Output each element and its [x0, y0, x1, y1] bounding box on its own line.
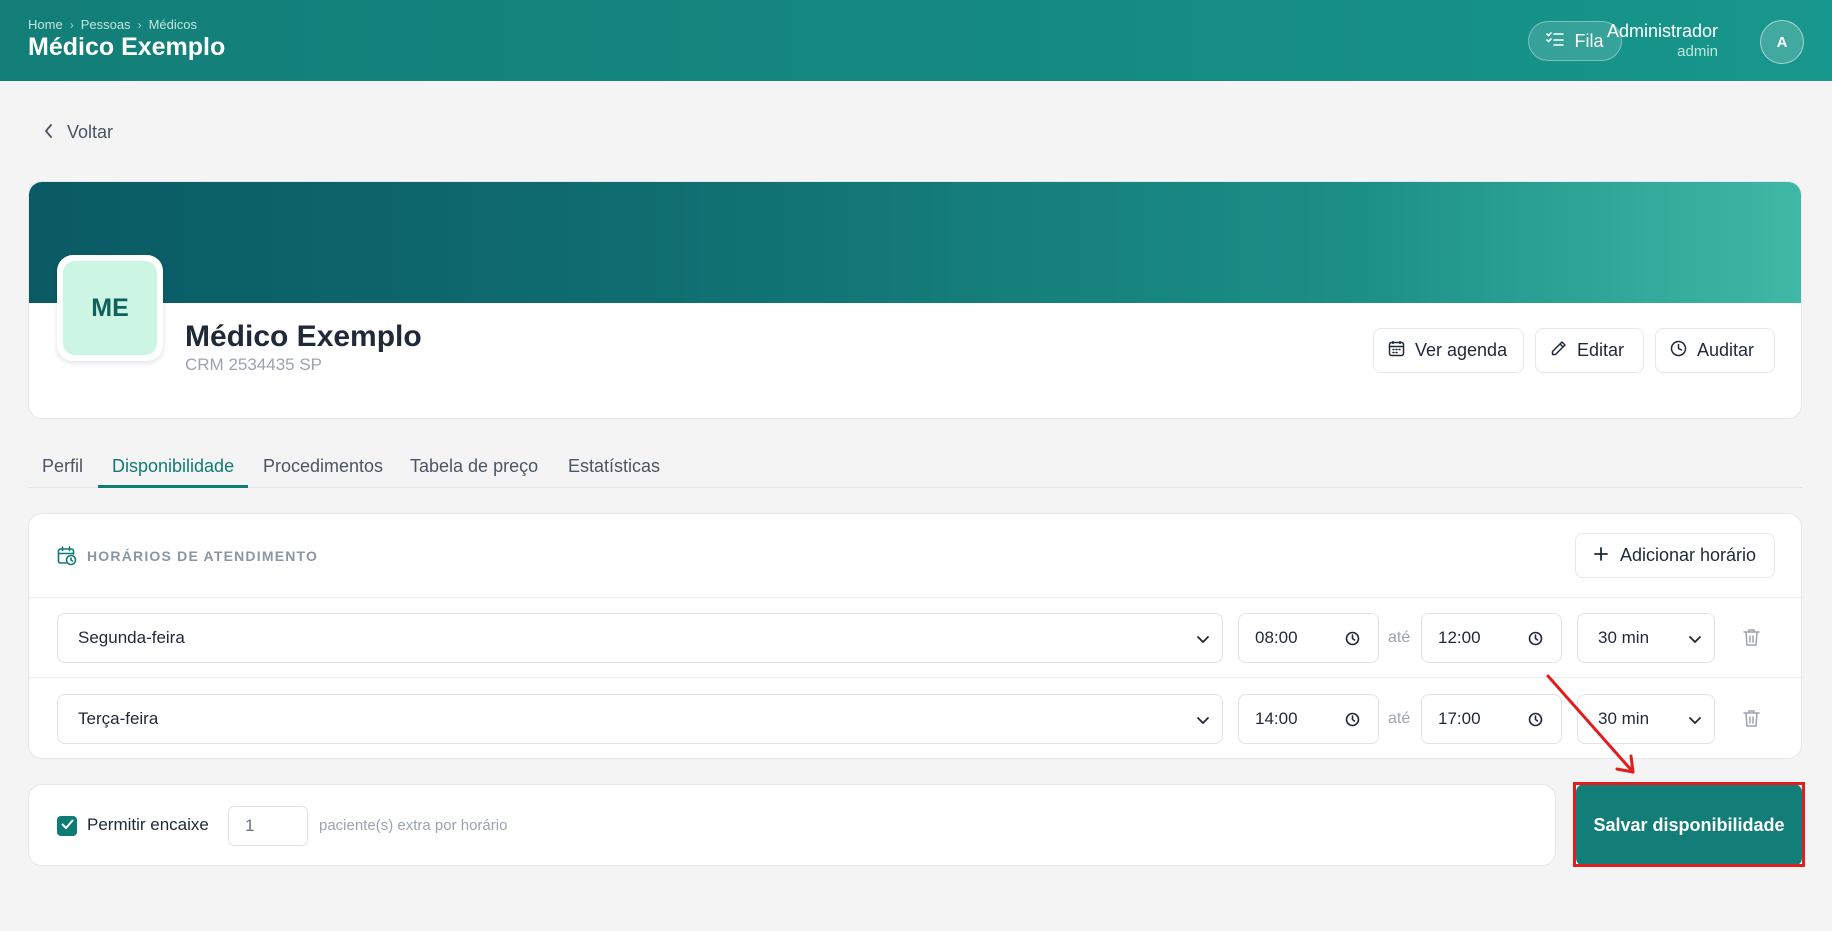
- end-time-value: 12:00: [1438, 628, 1481, 647]
- encaixe-card: Permitir encaixe 1 paciente(s) extra por…: [28, 784, 1556, 866]
- calendar-icon: [1388, 340, 1405, 362]
- encaixe-label[interactable]: Permitir encaixe: [87, 815, 209, 835]
- back-label: Voltar: [67, 122, 114, 142]
- calendar-clock-icon: [57, 546, 77, 571]
- until-label: até: [1388, 710, 1411, 727]
- divider: [29, 677, 1801, 678]
- chevron-down-icon: [1688, 712, 1702, 732]
- encaixe-checkbox[interactable]: [57, 816, 77, 836]
- user-avatar[interactable]: A: [1760, 20, 1804, 64]
- end-time-value: 17:00: [1438, 709, 1481, 728]
- page-title: Médico Exemplo: [28, 33, 226, 61]
- add-schedule-button[interactable]: Adicionar horário: [1575, 533, 1775, 578]
- breadcrumb: Home › Pessoas › Médicos: [28, 17, 197, 32]
- user-role: admin: [1677, 43, 1718, 60]
- clock-icon: [1345, 631, 1360, 651]
- trash-icon[interactable]: [1743, 709, 1760, 733]
- encaixe-count-input[interactable]: 1: [228, 806, 308, 846]
- schedule-title: HORÁRIOS DE ATENDIMENTO: [87, 548, 319, 564]
- doctor-crm: CRM 2534435 SP: [185, 355, 323, 374]
- end-time-input[interactable]: 12:00: [1421, 613, 1562, 663]
- day-select-value: Segunda-feira: [78, 628, 185, 647]
- breadcrumb-separator: ›: [137, 17, 142, 32]
- edit-button[interactable]: Editar: [1535, 328, 1644, 373]
- tab-tabela-de-preco[interactable]: Tabela de preço: [396, 448, 552, 488]
- doctor-avatar: ME: [57, 255, 163, 361]
- schedule-card: HORÁRIOS DE ATENDIMENTO Adicionar horári…: [28, 513, 1802, 759]
- chevron-down-icon: [1688, 631, 1702, 651]
- highlight-box: [1573, 782, 1805, 867]
- until-label: até: [1388, 629, 1411, 646]
- checklist-icon: [1546, 31, 1565, 52]
- day-select[interactable]: Terça-feira: [57, 694, 1223, 744]
- audit-label: Auditar: [1697, 340, 1755, 360]
- clock-icon: [1528, 631, 1543, 651]
- start-time-input[interactable]: 14:00: [1238, 694, 1379, 744]
- start-time-value: 14:00: [1255, 709, 1298, 728]
- tab-procedimentos[interactable]: Procedimentos: [249, 448, 397, 488]
- breadcrumb-home[interactable]: Home: [28, 17, 63, 32]
- tab-estatisticas[interactable]: Estatísticas: [554, 448, 674, 488]
- checkmark-icon: [61, 817, 74, 835]
- doctor-initials: ME: [63, 261, 157, 355]
- divider: [29, 597, 1801, 598]
- day-select-value: Terça-feira: [78, 709, 159, 728]
- trash-icon[interactable]: [1743, 628, 1760, 652]
- start-time-input[interactable]: 08:00: [1238, 613, 1379, 663]
- view-schedule-button[interactable]: Ver agenda: [1373, 328, 1524, 373]
- breadcrumb-separator: ›: [69, 17, 74, 32]
- tab-disponibilidade[interactable]: Disponibilidade: [98, 448, 249, 488]
- start-time-value: 08:00: [1255, 628, 1298, 647]
- chevron-down-icon: [1196, 712, 1210, 732]
- user-name: Administrador: [1606, 21, 1718, 41]
- profile-card: ME Médico Exemplo CRM 2534435 SP Ver age…: [28, 181, 1802, 419]
- interval-value: 30 min: [1598, 628, 1650, 647]
- clock-icon: [1345, 712, 1360, 732]
- day-select[interactable]: Segunda-feira: [57, 613, 1223, 663]
- red-arrow-icon: [1540, 670, 1640, 785]
- interval-select[interactable]: 30 min: [1577, 613, 1715, 663]
- tab-bar: Perfil Disponibilidade Procedimentos Tab…: [28, 448, 1802, 488]
- chevron-down-icon: [1196, 631, 1210, 651]
- profile-banner: [29, 182, 1801, 303]
- audit-button[interactable]: Auditar: [1655, 328, 1775, 373]
- doctor-name: Médico Exemplo: [185, 320, 422, 353]
- clock-icon: [1670, 340, 1687, 362]
- chevron-left-icon: [44, 122, 53, 143]
- breadcrumb-medicos[interactable]: Médicos: [149, 17, 197, 32]
- top-bar: Home › Pessoas › Médicos Médico Exemplo …: [0, 0, 1832, 81]
- back-link[interactable]: Voltar: [44, 122, 113, 143]
- breadcrumb-pessoas[interactable]: Pessoas: [81, 17, 131, 32]
- pencil-icon: [1550, 340, 1567, 362]
- encaixe-hint: paciente(s) extra por horário: [319, 817, 508, 834]
- plus-icon: [1594, 545, 1608, 566]
- add-schedule-label: Adicionar horário: [1619, 545, 1757, 565]
- view-schedule-label: Ver agenda: [1415, 340, 1508, 360]
- tab-perfil[interactable]: Perfil: [28, 448, 97, 488]
- edit-label: Editar: [1577, 340, 1625, 360]
